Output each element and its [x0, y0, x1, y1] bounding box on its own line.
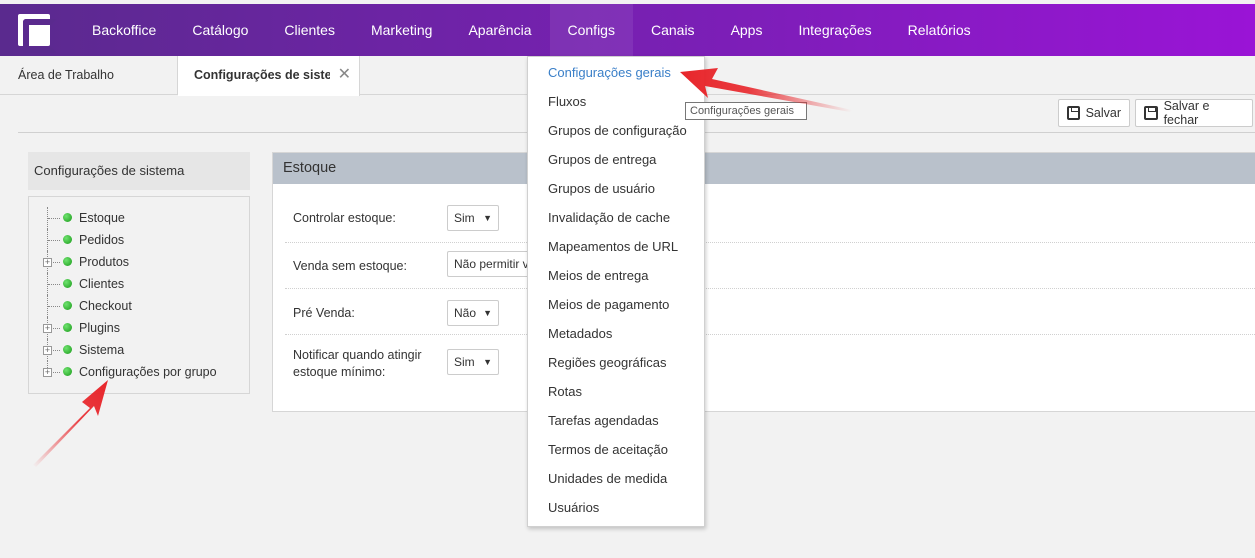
select-value: Sim	[454, 211, 475, 225]
expand-icon[interactable]: +	[43, 368, 52, 377]
menu-item-tarefas-agendadas[interactable]: Tarefas agendadas	[548, 413, 659, 428]
tree-item-label[interactable]: Estoque	[79, 207, 125, 229]
menu-item-grupos-de-configuracao[interactable]: Grupos de configuração	[548, 123, 687, 138]
status-dot-icon	[63, 213, 72, 222]
select-value: Não	[454, 306, 477, 320]
nav-catalogo[interactable]: Catálogo	[174, 4, 266, 56]
tree-item-label[interactable]: Sistema	[79, 339, 124, 361]
status-dot-icon	[63, 345, 72, 354]
field-label: Venda sem estoque:	[293, 259, 407, 273]
tree-item-sistema[interactable]: + Sistema	[29, 339, 249, 361]
save-label: Salvar	[1085, 106, 1121, 120]
field-label: Pré Venda:	[293, 306, 355, 320]
configs-dropdown-menu: Configurações gerais Fluxos Grupos de co…	[527, 56, 705, 527]
field-row: Controlar estoque: Sim ▼	[285, 197, 1255, 243]
tree-item-clientes[interactable]: Clientes	[29, 273, 249, 295]
nav-canais[interactable]: Canais	[633, 4, 713, 56]
menu-item-meios-de-entrega[interactable]: Meios de entrega	[548, 268, 648, 283]
nav-relatorios[interactable]: Relatórios	[890, 4, 989, 56]
tree-connector	[47, 207, 61, 229]
menu-item-meios-de-pagamento[interactable]: Meios de pagamento	[548, 297, 669, 312]
menu-item-termos-de-aceitacao[interactable]: Termos de aceitação	[548, 442, 668, 457]
tree-item-label[interactable]: Configurações por grupo	[79, 361, 217, 383]
tree-item-configuracoes-por-grupo[interactable]: + Configurações por grupo	[29, 361, 249, 383]
menu-item-configuracoes-gerais[interactable]: Configurações gerais	[548, 65, 671, 80]
tooltip: Configurações gerais	[685, 102, 807, 120]
tab-label: Configurações de sistema	[194, 68, 330, 82]
save-button[interactable]: Salvar	[1058, 99, 1130, 127]
pre-venda-select[interactable]: Não ▼	[447, 300, 499, 326]
select-value: Sim	[454, 355, 475, 369]
panel-title: Estoque	[273, 153, 1255, 184]
tab-label: Área de Trabalho	[18, 68, 114, 82]
tree-item-checkout[interactable]: Checkout	[29, 295, 249, 317]
tree-connector	[47, 273, 61, 295]
tab-configuracoes-de-sistema[interactable]: Configurações de sistema ✕	[178, 56, 360, 96]
field-label: Notificar quando atingir estoque mínimo:	[293, 348, 422, 379]
menu-item-metadados[interactable]: Metadados	[548, 326, 612, 341]
floppy-icon	[1144, 106, 1158, 120]
tab-area-de-trabalho[interactable]: Área de Trabalho	[0, 56, 178, 95]
estoque-panel: Estoque Controlar estoque: Sim ▼ Venda s…	[272, 152, 1255, 412]
status-dot-icon	[63, 235, 72, 244]
field-row: Pré Venda: Não ▼	[285, 289, 1255, 335]
tree-item-label[interactable]: Pedidos	[79, 229, 124, 251]
tree-item-pedidos[interactable]: Pedidos	[29, 229, 249, 251]
tree-item-label[interactable]: Checkout	[79, 295, 132, 317]
notificar-estoque-select[interactable]: Sim ▼	[447, 349, 499, 375]
status-dot-icon	[63, 323, 72, 332]
top-navigation: Backoffice Catálogo Clientes Marketing A…	[0, 4, 1255, 56]
nav-apps[interactable]: Apps	[713, 4, 781, 56]
status-dot-icon	[63, 301, 72, 310]
menu-item-invalidacao-de-cache[interactable]: Invalidação de cache	[548, 210, 670, 225]
status-dot-icon	[63, 279, 72, 288]
select-value: Não permitir v	[454, 257, 529, 271]
menu-item-fluxos[interactable]: Fluxos	[548, 94, 586, 109]
tree-connector	[47, 295, 61, 317]
menu-item-rotas[interactable]: Rotas	[548, 384, 582, 399]
status-dot-icon	[63, 257, 72, 266]
nav-configs[interactable]: Configs	[549, 4, 633, 56]
menu-item-usuarios[interactable]: Usuários	[548, 500, 599, 515]
nav-aparencia[interactable]: Aparência	[450, 4, 549, 56]
caret-down-icon: ▼	[483, 213, 492, 223]
floppy-icon	[1067, 106, 1080, 120]
caret-down-icon: ▼	[483, 308, 492, 318]
caret-down-icon: ▼	[483, 357, 492, 367]
tree-item-label[interactable]: Clientes	[79, 273, 124, 295]
controlar-estoque-select[interactable]: Sim ▼	[447, 205, 499, 231]
tree-item-produtos[interactable]: + Produtos	[29, 251, 249, 273]
expand-icon[interactable]: +	[43, 324, 52, 333]
status-dot-icon	[63, 367, 72, 376]
nav-marketing[interactable]: Marketing	[353, 4, 450, 56]
sidebar-title: Configurações de sistema	[28, 152, 250, 190]
nav-clientes[interactable]: Clientes	[266, 4, 353, 56]
menu-item-unidades-de-medida[interactable]: Unidades de medida	[548, 471, 667, 486]
menu-item-grupos-de-usuario[interactable]: Grupos de usuário	[548, 181, 655, 196]
tree-item-label[interactable]: Produtos	[79, 251, 129, 273]
logo-icon[interactable]	[18, 14, 57, 53]
menu-item-mapeamentos-de-url[interactable]: Mapeamentos de URL	[548, 239, 678, 254]
menu-item-regioes-geograficas[interactable]: Regiões geográficas	[548, 355, 667, 370]
save-close-label: Salvar e fechar	[1163, 99, 1210, 127]
tree-connector	[47, 229, 61, 251]
field-row: Notificar quando atingir estoque mínimo:…	[285, 335, 1255, 391]
config-tree: Estoque Pedidos + Produtos Clientes Chec…	[28, 196, 250, 394]
field-row: Venda sem estoque: Não permitir v	[285, 243, 1255, 289]
nav-backoffice[interactable]: Backoffice	[74, 4, 174, 56]
nav-integracoes[interactable]: Integrações	[780, 4, 889, 56]
tree-item-plugins[interactable]: + Plugins	[29, 317, 249, 339]
save-close-button[interactable]: Salvar e fechar	[1135, 99, 1253, 127]
field-label: Controlar estoque:	[293, 211, 396, 225]
menu-item-grupos-de-entrega[interactable]: Grupos de entrega	[548, 152, 656, 167]
tree-item-label[interactable]: Plugins	[79, 317, 120, 339]
expand-icon[interactable]: +	[43, 258, 52, 267]
expand-icon[interactable]: +	[43, 346, 52, 355]
tree-item-estoque[interactable]: Estoque	[29, 207, 249, 229]
close-icon[interactable]: ✕	[338, 56, 351, 94]
